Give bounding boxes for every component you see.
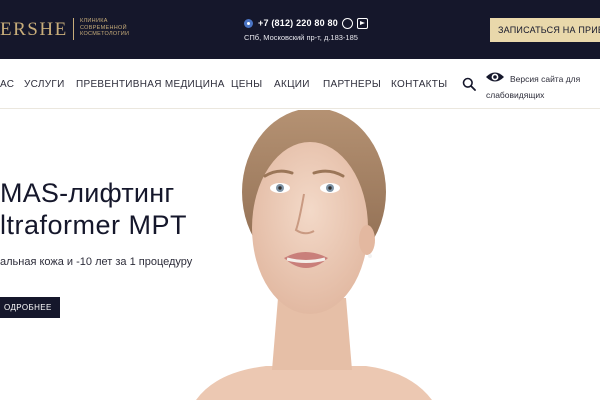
accessibility-version-link[interactable]: Версия сайта для слабовидящих — [486, 71, 600, 103]
phone-row: +7 (812) 220 80 80 — [244, 16, 368, 30]
phone-icon — [244, 18, 253, 28]
contact-block: +7 (812) 220 80 80 СПб, Московский пр-т,… — [244, 16, 368, 42]
book-appointment-button[interactable]: ЗАПИСАТЬСЯ НА ПРИЕМ — [490, 18, 600, 42]
search-icon[interactable] — [462, 77, 476, 91]
nav-item-prices[interactable]: ЦЕНЫ — [231, 79, 262, 90]
telegram-icon[interactable] — [356, 17, 368, 29]
nav-item-partners[interactable]: ПАРТНЕРЫ — [323, 79, 381, 90]
nav-item-about[interactable]: АС — [0, 79, 14, 90]
phone-link[interactable]: +7 (812) 220 80 80 — [258, 18, 338, 28]
logo[interactable]: ERSHE — [0, 19, 68, 41]
hero-title-line-2: ltraformer MPT — [0, 210, 188, 240]
logo-divider — [73, 18, 74, 40]
nav-item-services[interactable]: УСЛУГИ — [24, 79, 65, 90]
nav-item-contacts[interactable]: КОНТАКТЫ — [391, 79, 447, 90]
nav-item-preventive-medicine[interactable]: ПРЕВЕНТИВНАЯ МЕДИЦИНА — [76, 79, 225, 90]
main-nav: АС УСЛУГИ ПРЕВЕНТИВНАЯ МЕДИЦИНА ЦЕНЫ АКЦ… — [0, 59, 600, 109]
whatsapp-icon[interactable] — [341, 17, 353, 29]
address: СПб, Московский пр-т, д.183-185 — [244, 33, 358, 42]
hero-title-line-1: MAS-лифтинг — [0, 178, 175, 208]
top-bar: ERSHE КЛИНИКА СОВРЕМЕННОЙ КОСМЕТОЛОГИИ +… — [0, 0, 600, 59]
nav-item-promotions[interactable]: АКЦИИ — [274, 79, 310, 90]
hero-subtitle: альная кожа и -10 лет за 1 процедуру — [0, 256, 193, 268]
hero-banner: MAS-лифтинг ltraformer MPT альная кожа и… — [0, 110, 600, 400]
more-details-button[interactable]: ОДРОБНЕЕ — [0, 297, 60, 318]
logo-subtitle: КЛИНИКА СОВРЕМЕННОЙ КОСМЕТОЛОГИИ — [80, 18, 130, 37]
model-portrait — [196, 110, 432, 400]
